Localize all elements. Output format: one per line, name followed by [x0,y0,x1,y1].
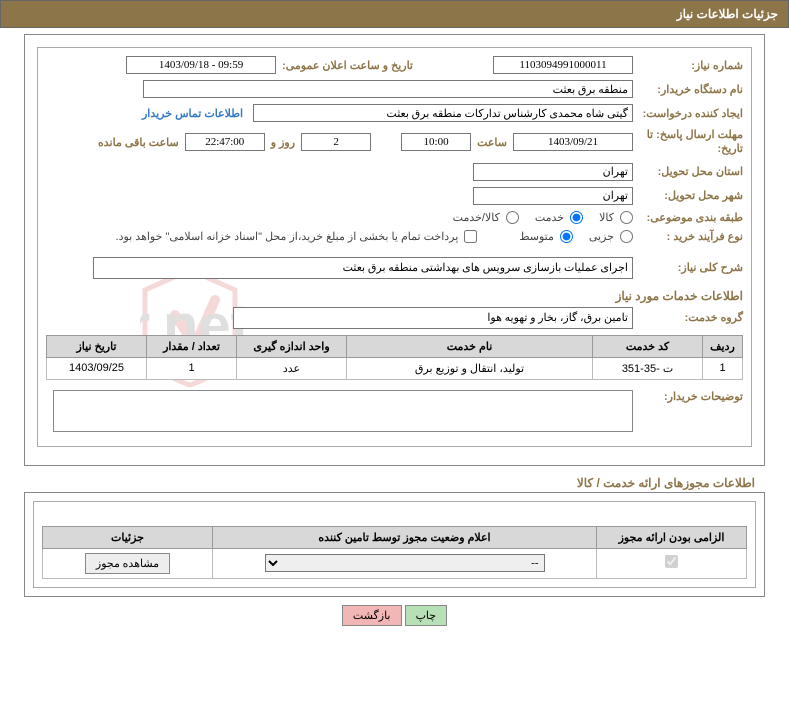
radio-partial-label: جزیی [589,230,614,243]
category-label: طبقه بندی موضوعی: [633,211,743,224]
license-panel: الزامی بودن ارائه مجوز اعلام وضعیت مجوز … [24,492,765,597]
buyer-org-input[interactable] [143,80,633,98]
radio-goods-service[interactable] [506,211,519,224]
col-name: نام خدمت [347,335,593,357]
announce-label: تاریخ و ساعت اعلان عمومی: [282,59,413,72]
col-code: کد خدمت [593,335,703,357]
time-label: ساعت [477,136,507,149]
treasury-checkbox[interactable] [464,230,477,243]
col-details: جزئیات [43,526,213,548]
cell-status: -- [213,548,597,578]
buyer-contact-link[interactable]: اطلاعات تماس خریدار [142,107,243,120]
cell-row: 1 [703,357,743,379]
time-remaining-input[interactable] [185,133,265,151]
page-header: جزئیات اطلاعات نیاز [0,0,789,28]
radio-medium[interactable] [560,230,573,243]
cell-unit: عدد [237,357,347,379]
radio-goods-label: کالا [599,211,614,224]
radio-service[interactable] [570,211,583,224]
days-and-label: روز و [271,136,295,149]
footer-buttons: چاپ بازگشت [0,605,789,626]
col-row: ردیف [703,335,743,357]
buyer-notes-textarea[interactable] [53,390,633,432]
license-section-title: اطلاعات مجوزهای ارائه خدمت / کالا [0,472,765,490]
buyer-notes-label: توضیحات خریدار: [633,390,743,403]
col-status: اعلام وضعیت مجوز توسط تامین کننده [213,526,597,548]
main-panel: AriaTender.net شماره نیاز: تاریخ و ساعت … [24,34,765,466]
print-button[interactable]: چاپ [405,605,448,626]
license-status-select[interactable]: -- [265,554,545,572]
deadline-label: مهلت ارسال پاسخ: تا تاریخ: [633,128,743,157]
mandatory-checkbox [665,555,678,568]
license-inner: الزامی بودن ارائه مجوز اعلام وضعیت مجوز … [33,501,756,588]
requester-label: ایجاد کننده درخواست: [633,107,743,120]
deadline-date-input[interactable] [513,133,633,151]
radio-medium-label: متوسط [519,230,554,243]
radio-goods-service-label: کالا/خدمت [453,211,500,224]
city-label: شهر محل تحویل: [633,189,743,202]
process-label: نوع فرآیند خرید : [633,230,743,243]
radio-service-label: خدمت [535,211,564,224]
cell-name: تولید، انتقال و توزیع برق [347,357,593,379]
summary-input[interactable] [93,257,633,279]
page-title: جزئیات اطلاعات نیاز [677,7,778,21]
requester-input[interactable] [253,104,633,122]
col-date: تاریخ نیاز [47,335,147,357]
view-license-button[interactable]: مشاهده مجوز [85,553,170,574]
col-unit: واحد اندازه گیری [237,335,347,357]
need-number-input[interactable] [493,56,633,74]
cell-date: 1403/09/25 [47,357,147,379]
announce-datetime-input[interactable] [126,56,276,74]
service-group-input[interactable] [233,307,633,329]
radio-goods[interactable] [620,211,633,224]
need-number-label: شماره نیاز: [633,59,743,72]
radio-partial[interactable] [620,230,633,243]
province-label: استان محل تحویل: [633,165,743,178]
remaining-suffix-label: ساعت باقی مانده [98,136,179,149]
cell-mandatory [597,548,747,578]
services-section-title: اطلاعات خدمات مورد نیاز [46,289,743,303]
cell-details: مشاهده مجوز [43,548,213,578]
cell-code: ت -35-351 [593,357,703,379]
service-group-label: گروه خدمت: [633,311,743,324]
payment-note: پرداخت تمام یا بخشی از مبلغ خرید،از محل … [116,230,459,243]
license-row: -- مشاهده مجوز [43,548,747,578]
table-row[interactable]: 1 ت -35-351 تولید، انتقال و توزیع برق عد… [47,357,743,379]
need-fieldset: شماره نیاز: تاریخ و ساعت اعلان عمومی: نا… [37,47,752,447]
summary-label: شرح کلی نیاز: [633,261,743,274]
buyer-org-label: نام دستگاه خریدار: [633,83,743,96]
city-input[interactable] [473,187,633,205]
province-input[interactable] [473,163,633,181]
cell-qty: 1 [147,357,237,379]
services-table: ردیف کد خدمت نام خدمت واحد اندازه گیری ت… [46,335,743,380]
col-mandatory: الزامی بودن ارائه مجوز [597,526,747,548]
back-button[interactable]: بازگشت [342,605,402,626]
deadline-time-input[interactable] [401,133,471,151]
col-qty: تعداد / مقدار [147,335,237,357]
days-remaining-input[interactable] [301,133,371,151]
license-table: الزامی بودن ارائه مجوز اعلام وضعیت مجوز … [42,526,747,579]
